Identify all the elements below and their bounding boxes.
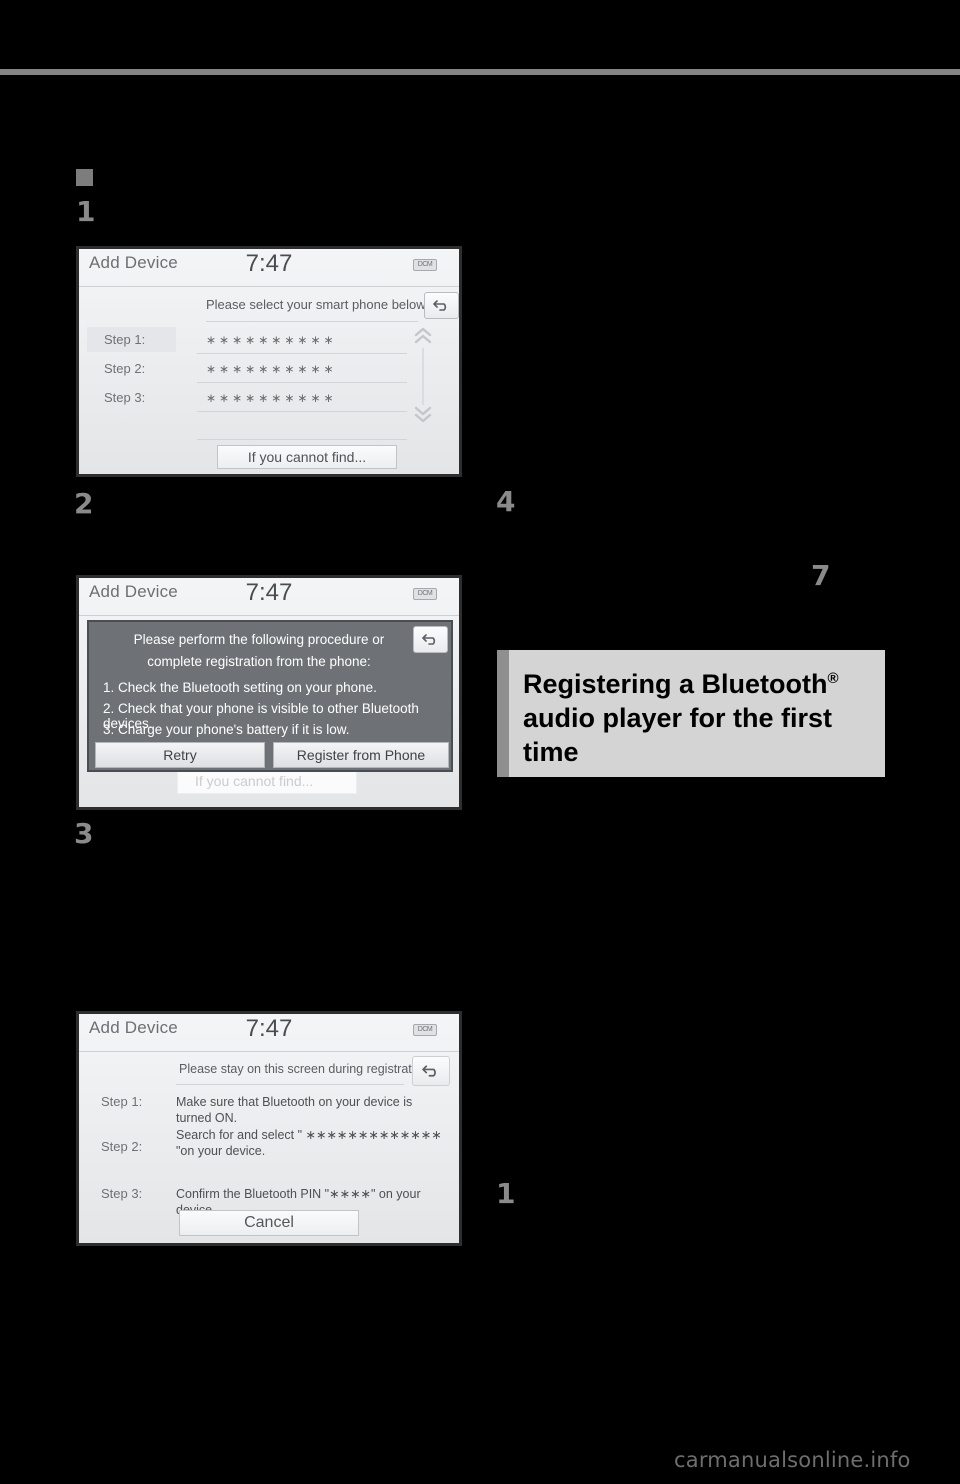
shot3-row1-label: Step 1:	[101, 1094, 143, 1109]
heading-line-1: Registering a Bluetooth	[523, 669, 828, 699]
shot2-retry-button[interactable]: Retry	[95, 742, 265, 768]
chevron-up-double-icon	[414, 327, 432, 344]
step-number-right-1: 1	[496, 1177, 516, 1210]
back-arrow-icon	[422, 634, 436, 645]
scroll-up-button[interactable]	[412, 327, 434, 350]
shot3-row2-label: Step 2:	[101, 1139, 143, 1154]
chevron-down-double-icon	[414, 406, 432, 423]
shot3-row2-value: Search for and select " ∗∗∗∗∗∗∗∗∗∗∗∗∗ "o…	[176, 1128, 442, 1158]
shot2-register-from-phone-button[interactable]: Register from Phone	[273, 742, 449, 768]
square-bullet-icon	[76, 169, 93, 186]
registered-trademark-icon: ®	[827, 670, 839, 687]
screenshot-add-device-pairing-steps: Add Device 7:47 DCM Please stay on this …	[76, 1011, 462, 1246]
shot1-back-button[interactable]	[424, 292, 459, 319]
shot1-row4-rule	[197, 439, 407, 440]
screenshot-add-device-select-phone: Add Device 7:47 DCM Please select your s…	[76, 246, 462, 477]
shot1-row3-label: Step 3:	[104, 390, 146, 405]
shot3-back-button[interactable]	[412, 1056, 450, 1086]
shot1-if-you-cannot-find-button[interactable]: If you cannot find...	[217, 445, 397, 469]
heading-line-2: audio player for the first	[523, 703, 833, 733]
step-number-right-4: 4	[496, 485, 516, 518]
scroll-down-button[interactable]	[412, 405, 434, 428]
shot2-dialog-heading-line2: complete registration from the phone:	[147, 654, 371, 669]
section-heading-block: Registering a Bluetooth® audio player fo…	[497, 650, 885, 777]
screenshot-add-device-retry-dialog: Add Device 7:47 DCM If you cannot find..…	[76, 575, 462, 810]
shot3-row3-label: Step 3:	[101, 1186, 143, 1201]
shot1-row2-label: Step 2:	[104, 361, 146, 376]
shot1-prompt-rule	[206, 321, 418, 322]
shot1-row3-rule	[197, 411, 407, 412]
shot2-dialog-heading-line1: Please perform the following procedure o…	[133, 632, 385, 647]
dcm-status-icon: DCM	[413, 259, 437, 271]
shot3-topbar-separator	[79, 1051, 459, 1052]
shot2-topbar-separator	[79, 615, 459, 616]
shot1-row2-value[interactable]: ∗∗∗∗∗∗∗∗∗∗	[206, 362, 337, 376]
shot1-clock: 7:47	[245, 250, 293, 277]
step-number-left-2: 2	[74, 487, 94, 520]
shot1-row1-rule	[197, 353, 407, 354]
site-watermark: carmanualsonline.info	[674, 1448, 911, 1472]
step-number-left-1: 1	[76, 195, 96, 228]
heading-accent-bar	[497, 650, 509, 777]
shot1-topbar-separator	[79, 286, 459, 287]
dcm-status-icon: DCM	[413, 1024, 437, 1036]
shot3-prompt-rule	[176, 1084, 404, 1085]
shot1-row1-value[interactable]: ∗∗∗∗∗∗∗∗∗∗	[206, 333, 337, 347]
shot2-background-button-label: If you cannot find...	[195, 773, 314, 789]
shot2-clock: 7:47	[245, 579, 293, 606]
back-arrow-icon	[422, 1065, 436, 1077]
heading-line-3: time	[523, 737, 579, 767]
shot1-row2-rule	[197, 382, 407, 383]
shot3-prompt: Please stay on this screen during regist…	[179, 1062, 439, 1076]
shot2-dialog: Please perform the following procedure o…	[87, 620, 453, 772]
manual-page: 1 2 3 4 7 1 Registering a Bluetooth® aud…	[0, 0, 960, 1484]
shot1-row3-value[interactable]: ∗∗∗∗∗∗∗∗∗∗	[206, 391, 337, 405]
shot3-clock: 7:47	[245, 1015, 293, 1042]
header-rule	[0, 69, 960, 75]
step-number-right-7: 7	[811, 559, 831, 592]
shot3-cancel-button[interactable]: Cancel	[179, 1210, 359, 1236]
back-arrow-icon	[433, 300, 447, 311]
section-heading-text: Registering a Bluetooth® audio player fo…	[509, 650, 885, 777]
step-number-left-3: 3	[74, 817, 94, 850]
shot1-prompt: Please select your smart phone below.	[206, 297, 429, 312]
shot2-dialog-item-1: 1. Check the Bluetooth setting on your p…	[103, 680, 377, 695]
shot2-dialog-item-3: 3. Charge your phone's battery if it is …	[103, 722, 350, 737]
dcm-status-icon: DCM	[413, 588, 437, 600]
shot3-row1-value: Make sure that Bluetooth on your device …	[176, 1095, 413, 1125]
scrollbar-track[interactable]	[422, 348, 424, 405]
shot2-back-button[interactable]	[413, 626, 448, 653]
shot1-row1-label: Step 1:	[104, 332, 146, 347]
